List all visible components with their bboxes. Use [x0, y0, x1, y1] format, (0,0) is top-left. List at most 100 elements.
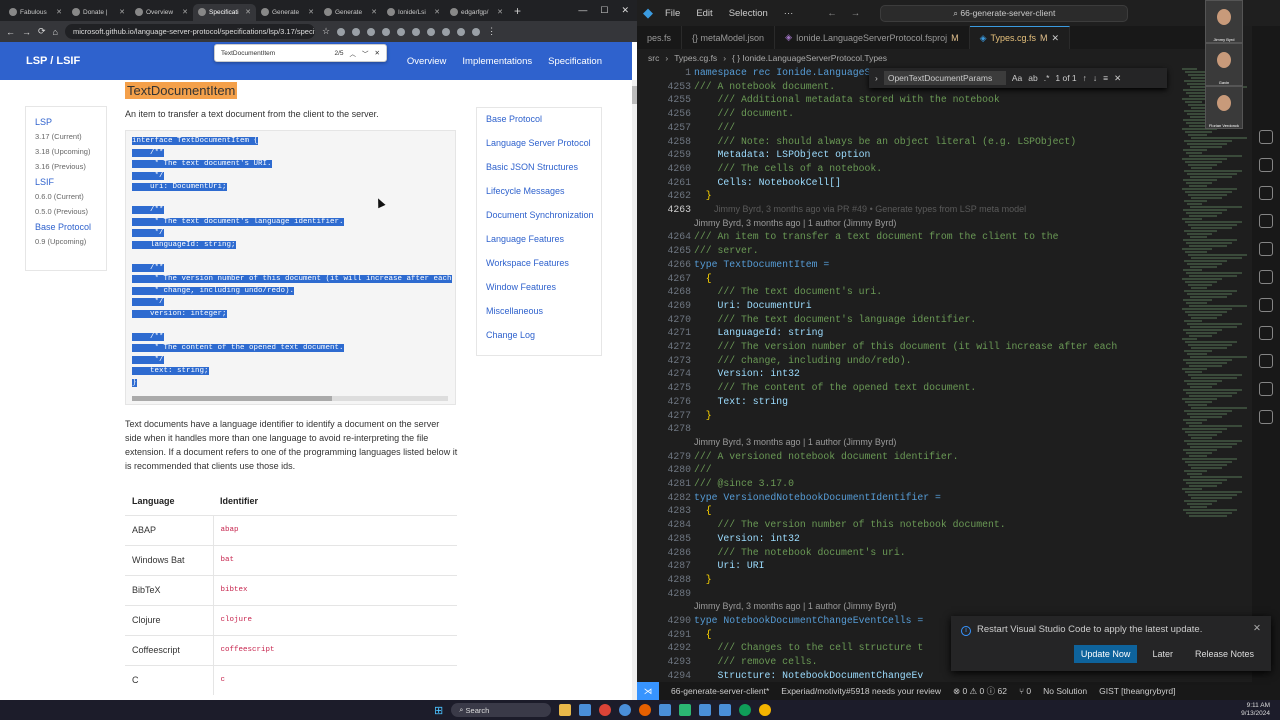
forward-icon[interactable]: →	[22, 27, 31, 37]
code-line[interactable]: /// remove cells.	[694, 656, 818, 667]
close-tab-icon[interactable]: ✕	[245, 8, 251, 16]
system-tray-clock[interactable]: 9:11 AM 9/13/2024	[1241, 702, 1270, 718]
find-input[interactable]: OpenTextDocumentParams	[883, 71, 1006, 85]
code-line[interactable]: /// The content of the opened text docum…	[694, 382, 977, 393]
toc-link[interactable]: Language Features	[486, 233, 601, 246]
mail-icon[interactable]	[659, 704, 672, 716]
toc-link[interactable]: Miscellaneous	[486, 305, 601, 318]
code-line[interactable]: /// Additional metadata stored with the …	[694, 94, 1000, 105]
code-line[interactable]: {	[694, 273, 712, 284]
bookmarks-icon[interactable]	[1259, 298, 1273, 312]
extension-icon[interactable]	[397, 27, 406, 36]
version-link[interactable]: 3.17 (Current)	[35, 132, 106, 141]
forward-icon[interactable]: →	[851, 8, 861, 19]
code-line[interactable]: Version: int32	[694, 533, 800, 544]
code-line[interactable]: /// A notebook document.	[694, 81, 835, 92]
run-debug-icon[interactable]	[1259, 186, 1273, 200]
close-icon[interactable]: ✕	[621, 5, 629, 16]
close-tab-icon[interactable]: ✕	[182, 8, 188, 16]
tab-types-fs[interactable]: pes.fs	[637, 26, 683, 49]
minimize-icon[interactable]: —	[578, 5, 587, 16]
vscode-icon[interactable]	[579, 704, 592, 716]
sticky-scroll-line[interactable]: namespace rec Ionide.LanguageS	[694, 67, 870, 78]
code-line[interactable]: /// The text document's uri.	[694, 286, 883, 297]
tab-fsproj[interactable]: ◈ Ionide.LanguageServerProtocol.fsproj M	[775, 26, 970, 49]
chevron-right-icon[interactable]: ›	[875, 73, 878, 83]
match-case-icon[interactable]: Aa	[1012, 73, 1022, 83]
code-line[interactable]: /// change, including undo/redo).	[694, 355, 912, 366]
code-line[interactable]: Uri: DocumentUri	[694, 300, 812, 311]
toc-link[interactable]: Document Synchronization	[486, 209, 601, 222]
later-button[interactable]: Later	[1145, 645, 1180, 663]
home-icon[interactable]: ⌂	[53, 27, 58, 37]
site-brand[interactable]: LSP / LSIF	[26, 55, 80, 67]
toc-link[interactable]: Lifecycle Messages	[486, 185, 601, 198]
profile-avatar[interactable]	[472, 27, 481, 36]
code-line[interactable]: type VersionedNotebookDocumentIdentifier…	[694, 492, 941, 503]
browser-tab[interactable]: Ionide/Lsi ✕	[382, 4, 445, 21]
bookmark-star-icon[interactable]: ☆	[322, 26, 330, 37]
codelens-annotation[interactable]: Jimmy Byrd, 3 months ago | 1 author (Jim…	[694, 601, 896, 611]
update-now-button[interactable]: Update Now	[1073, 645, 1138, 663]
find-close-icon[interactable]: ✕	[1114, 73, 1121, 84]
code-line[interactable]: /// An item to transfer a text document …	[694, 231, 1059, 242]
code-line[interactable]: {	[694, 505, 712, 516]
extension-icon[interactable]	[442, 27, 451, 36]
version-link[interactable]: 0.9 (Upcoming)	[35, 237, 106, 246]
gist-status[interactable]: GIST [theangrybyrd]	[1099, 686, 1175, 696]
release-notes-button[interactable]: Release Notes	[1188, 645, 1261, 663]
close-tab-icon[interactable]: ✕	[119, 8, 125, 16]
nav-link-specification[interactable]: Specification	[548, 56, 602, 67]
menu-edit[interactable]: Edit	[696, 8, 712, 19]
timeline-icon[interactable]	[1259, 354, 1273, 368]
outlook-icon[interactable]	[699, 704, 712, 716]
extension-icon[interactable]	[367, 27, 376, 36]
more-menu-icon[interactable]: ⋮	[487, 26, 496, 37]
branch-status[interactable]: 66-generate-server-client*	[671, 686, 769, 696]
close-tab-icon[interactable]: ✕	[1052, 33, 1060, 44]
extensions-icon[interactable]	[1259, 214, 1273, 228]
browser-tab[interactable]: Generate ✕	[319, 4, 382, 21]
code-line[interactable]: /// @since 3.17.0	[694, 478, 794, 489]
code-line[interactable]: Cells: NotebookCell[]	[694, 177, 841, 188]
accounts-icon[interactable]	[1259, 410, 1273, 424]
toc-link[interactable]: Basic JSON Structures	[486, 161, 601, 174]
testing-icon[interactable]	[1259, 270, 1273, 284]
remote-explorer-icon[interactable]	[1259, 242, 1273, 256]
code-line[interactable]: /// The version number of this notebook …	[694, 519, 1006, 530]
close-tab-icon[interactable]: ✕	[497, 8, 503, 16]
remote-indicator-icon[interactable]: ⋊	[637, 682, 659, 700]
minimap[interactable]	[1182, 67, 1252, 682]
extension-icon[interactable]	[337, 27, 346, 36]
code-line[interactable]: Text: string	[694, 396, 789, 407]
code-line[interactable]: type NotebookDocumentChangeEventCells =	[694, 615, 923, 626]
close-tab-icon[interactable]: ✕	[56, 8, 62, 16]
codelens-annotation[interactable]: Jimmy Byrd, 3 months ago | 1 author (Jim…	[694, 218, 896, 228]
code-line[interactable]: Structure: NotebookDocumentChangeEv	[694, 670, 924, 681]
code-horizontal-scrollbar[interactable]	[132, 396, 448, 401]
close-tab-icon[interactable]: ✕	[308, 8, 314, 16]
code-line[interactable]: {	[694, 629, 712, 640]
github-icon[interactable]	[1259, 326, 1273, 340]
reload-icon[interactable]: ⟳	[38, 26, 46, 37]
code-line[interactable]: ///	[694, 464, 712, 475]
browser-tab[interactable]: Overview ✕	[130, 4, 193, 21]
edge-icon[interactable]	[619, 704, 632, 716]
browser-tab[interactable]: Generate ✕	[256, 4, 319, 21]
browser-tab[interactable]: Fabulous ✕	[4, 4, 67, 21]
ports-status[interactable]: ⑂ 0	[1019, 686, 1031, 696]
copilot-icon[interactable]	[1259, 130, 1273, 144]
nav-link-lsp[interactable]: LSP	[35, 117, 106, 127]
app-icon[interactable]	[719, 704, 732, 716]
breadcrumb-item[interactable]: Types.cg.fs	[674, 53, 717, 63]
new-tab-icon[interactable]: +	[514, 4, 521, 18]
firefox-icon[interactable]	[639, 704, 652, 716]
menu-file[interactable]: File	[665, 8, 680, 19]
back-icon[interactable]: ←	[827, 8, 837, 19]
extension-icon[interactable]	[382, 27, 391, 36]
codelens-annotation[interactable]: Jimmy Byrd, 3 months ago | 1 author (Jim…	[694, 437, 896, 447]
solution-status[interactable]: No Solution	[1043, 686, 1087, 696]
menu-selection[interactable]: Selection	[729, 8, 768, 19]
code-line[interactable]: /// The text document's language identif…	[694, 314, 977, 325]
regex-icon[interactable]: .*	[1044, 73, 1050, 83]
